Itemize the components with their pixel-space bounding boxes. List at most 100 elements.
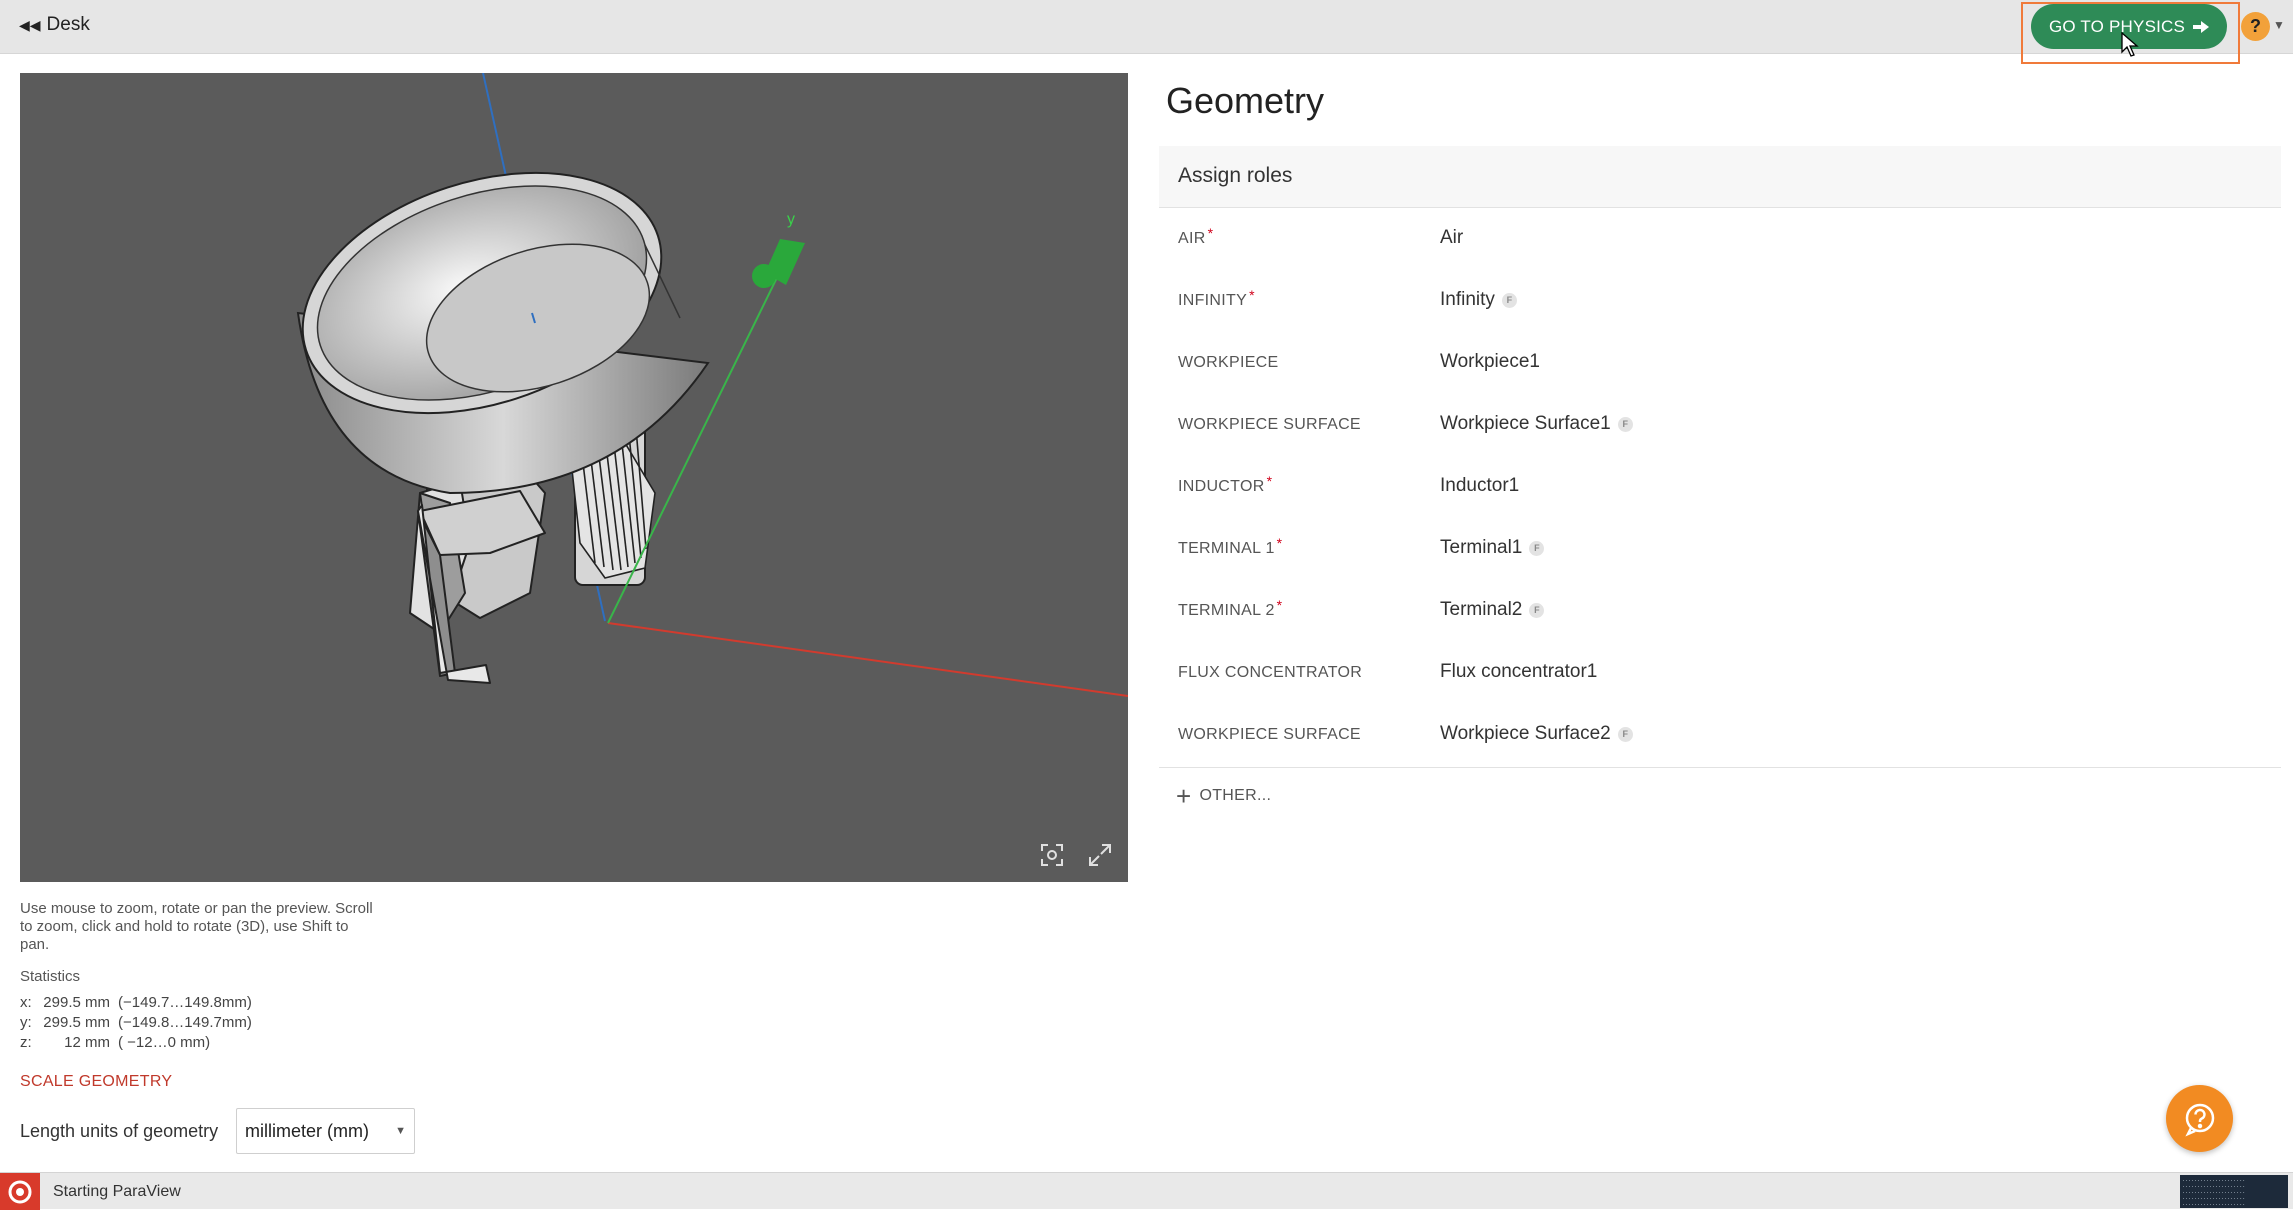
geometry-3d-model: y — [296, 73, 1128, 697]
back-to-desk-link[interactable]: ◀◀ Desk — [19, 14, 90, 36]
role-value-label: Terminal1 — [1440, 537, 1523, 558]
role-value[interactable]: Inductor1 — [1440, 475, 1519, 497]
role-row[interactable]: AIR * Air — [1159, 208, 2281, 270]
role-value-label: Inductor1 — [1440, 475, 1520, 496]
help-icon: ? — [2250, 16, 2261, 36]
face-badge-icon: F — [1501, 292, 1517, 308]
help-menu-button[interactable]: ? — [2241, 12, 2270, 41]
help-chat-button[interactable] — [2166, 1085, 2233, 1152]
role-key: WORKPIECE — [1178, 354, 1279, 372]
back-label: Desk — [46, 14, 90, 35]
stat-row-x: x: 299.5 mm (−149.7…149.8mm) — [20, 993, 252, 1013]
role-key-label: FLUX CONCENTRATOR — [1178, 664, 1363, 681]
arrow-right-icon — [2193, 20, 2210, 33]
top-bar: ◀◀ Desk — [0, 0, 2293, 54]
role-key-label: AIR — [1178, 230, 1206, 247]
assign-roles-title: Assign roles — [1178, 164, 1293, 187]
viewport-hint: Use mouse to zoom, rotate or pan the pre… — [20, 900, 373, 953]
stat-range: (−149.8…149.7mm) — [118, 1014, 252, 1031]
role-value[interactable]: Flux concentrator1 — [1440, 661, 1597, 683]
length-units-value: millimeter (mm) — [245, 1120, 369, 1141]
role-key: WORKPIECE SURFACE — [1178, 416, 1361, 434]
chevron-down-icon: ▼ — [395, 1125, 406, 1137]
role-key-label: TERMINAL 2 — [1178, 602, 1275, 619]
stat-length: 12 mm — [64, 1034, 110, 1051]
assign-roles-header: Assign roles — [1159, 146, 2281, 208]
back-arrow-icon: ◀◀ — [19, 16, 41, 33]
face-badge-icon: F — [1529, 602, 1545, 618]
y-axis-label: y — [787, 211, 795, 228]
role-value[interactable]: Workpiece Surface2 F — [1440, 723, 1633, 745]
role-key: WORKPIECE SURFACE — [1178, 726, 1361, 744]
app-logo-icon — [0, 1173, 40, 1210]
stat-range: ( −12…0 mm) — [118, 1034, 211, 1051]
length-units-select[interactable]: millimeter (mm) ▼ — [236, 1108, 415, 1154]
role-key-label: WORKPIECE SURFACE — [1178, 726, 1361, 743]
required-asterisk: * — [1249, 287, 1255, 303]
status-text: Starting ParaView — [53, 1183, 181, 1200]
required-asterisk: * — [1276, 597, 1283, 613]
role-key: TERMINAL 2 * — [1178, 597, 1282, 620]
role-row[interactable]: WORKPIECE SURFACE Workpiece Surface2 F — [1159, 704, 2281, 766]
role-value[interactable]: Terminal1 F — [1440, 537, 1545, 559]
x-axis-line — [607, 622, 1128, 697]
role-value-label: Workpiece Surface1 — [1440, 413, 1611, 434]
role-key: TERMINAL 1 * — [1178, 535, 1282, 558]
role-key-label: TERMINAL 1 — [1178, 540, 1275, 557]
role-key: INDUCTOR * — [1178, 473, 1272, 496]
stat-axis: z: — [20, 1034, 32, 1051]
stat-row-y: y: 299.5 mm (−149.8…149.7mm) — [20, 1013, 252, 1033]
role-value[interactable]: Workpiece Surface1 F — [1440, 413, 1633, 435]
stat-row-z: z: 12 mm ( −12…0 mm) — [20, 1033, 252, 1053]
divider — [1159, 767, 2281, 768]
stat-axis: y: — [20, 1014, 32, 1031]
stat-axis: x: — [20, 994, 32, 1011]
required-asterisk: * — [1207, 225, 1214, 241]
length-units-label: Length units of geometry — [20, 1121, 219, 1141]
role-row[interactable]: TERMINAL 2 * Terminal2 F — [1159, 580, 2281, 642]
role-value-label: Workpiece Surface2 — [1440, 723, 1611, 744]
required-asterisk: * — [1266, 473, 1273, 489]
fit-view-icon[interactable] — [1036, 839, 1068, 871]
role-key-label: WORKPIECE SURFACE — [1178, 416, 1361, 433]
page-title: Geometry — [1166, 80, 1325, 121]
help-bubble-icon — [2184, 1103, 2214, 1136]
role-key-label: INDUCTOR — [1178, 478, 1265, 495]
role-value-label: Air — [1440, 227, 1464, 248]
statistics-title: Statistics — [20, 968, 81, 985]
add-other-role-button[interactable]: + OTHER... — [1176, 781, 1272, 811]
required-asterisk: * — [1276, 535, 1283, 551]
plus-icon: + — [1176, 781, 1192, 811]
fullscreen-icon[interactable] — [1084, 839, 1116, 871]
role-row[interactable]: INDUCTOR * Inductor1 — [1159, 456, 2281, 518]
role-key-label: INFINITY — [1178, 292, 1248, 309]
go-to-physics-label: GO TO PHYSICS — [2048, 16, 2186, 36]
stat-range: (−149.7…149.8mm) — [118, 994, 252, 1011]
role-value[interactable]: Terminal2 F — [1440, 599, 1545, 621]
role-row[interactable]: INFINITY * Infinity F — [1159, 270, 2281, 332]
role-row[interactable]: WORKPIECE SURFACE Workpiece Surface1 F — [1159, 394, 2281, 456]
geometry-preview-viewport[interactable]: y — [20, 73, 1128, 882]
role-key: INFINITY * — [1178, 287, 1255, 310]
role-value-label: Infinity — [1440, 289, 1495, 310]
role-key: AIR * — [1178, 225, 1213, 248]
mouse-cursor-icon — [2121, 32, 2139, 57]
role-key-label: WORKPIECE — [1178, 354, 1279, 371]
role-row[interactable]: TERMINAL 1 * Terminal1 F — [1159, 518, 2281, 580]
role-row[interactable]: WORKPIECE Workpiece1 — [1159, 332, 2281, 394]
help-caret-icon[interactable]: ▼ — [2273, 18, 2285, 32]
role-value[interactable]: Infinity F — [1440, 289, 1517, 311]
role-row[interactable]: FLUX CONCENTRATOR Flux concentrator1 — [1159, 642, 2281, 704]
role-value-label: Workpiece1 — [1440, 351, 1540, 372]
role-value[interactable]: Workpiece1 — [1440, 351, 1540, 373]
face-badge-icon: F — [1617, 726, 1633, 742]
role-value[interactable]: Air — [1440, 227, 1463, 249]
terminal-thumbnail[interactable]: ........................................… — [2180, 1175, 2288, 1208]
statistics-list: x: 299.5 mm (−149.7…149.8mm) y: 299.5 mm (−1… — [20, 993, 252, 1053]
scale-geometry-link[interactable]: SCALE GEOMETRY — [20, 1073, 172, 1091]
role-value-label: Flux concentrator1 — [1440, 661, 1598, 682]
face-badge-icon: F — [1529, 540, 1545, 556]
role-value-label: Terminal2 — [1440, 599, 1523, 620]
status-bar: Starting ParaView ......................… — [0, 1172, 2293, 1210]
other-label: OTHER... — [1199, 787, 1272, 804]
